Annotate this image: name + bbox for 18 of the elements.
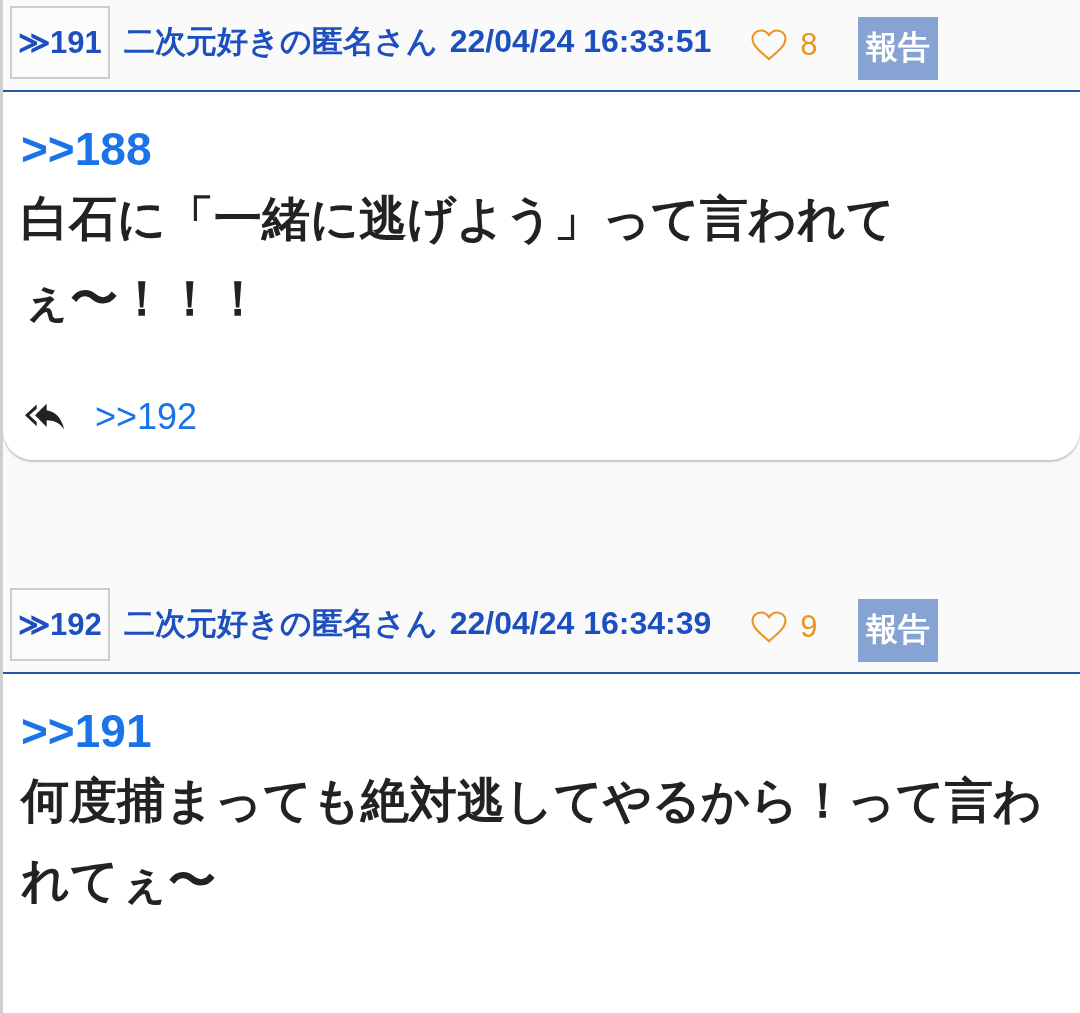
post-timestamp: 22/04/24 16:33:51 (449, 23, 712, 60)
post-body: 白石に「一緒に逃げよう」って言われてぇ〜！！！ (21, 191, 896, 327)
post-number-button[interactable]: ≫191 (10, 6, 110, 79)
post-body: 何度捕まっても絶対逃してやるから！って言われてぇ〜 (21, 773, 1043, 909)
reply-link[interactable]: >>192 (95, 396, 198, 438)
anchor-link[interactable]: >>191 (21, 701, 152, 761)
like-count: 9 (800, 608, 818, 645)
like-count: 8 (800, 26, 818, 63)
post-timestamp: 22/04/24 16:34:39 (449, 605, 712, 642)
author-name: 二次元好きの匿名さん (123, 22, 438, 61)
anchor-link[interactable]: >>188 (21, 119, 152, 179)
heart-icon[interactable] (751, 610, 788, 643)
report-button[interactable]: 報告 (857, 598, 938, 662)
heart-icon[interactable] (751, 28, 788, 61)
post-number-button[interactable]: ≫192 (10, 588, 110, 661)
reply-all-icon[interactable] (25, 402, 65, 432)
report-button[interactable]: 報告 (857, 16, 938, 80)
author-name: 二次元好きの匿名さん (123, 604, 438, 643)
